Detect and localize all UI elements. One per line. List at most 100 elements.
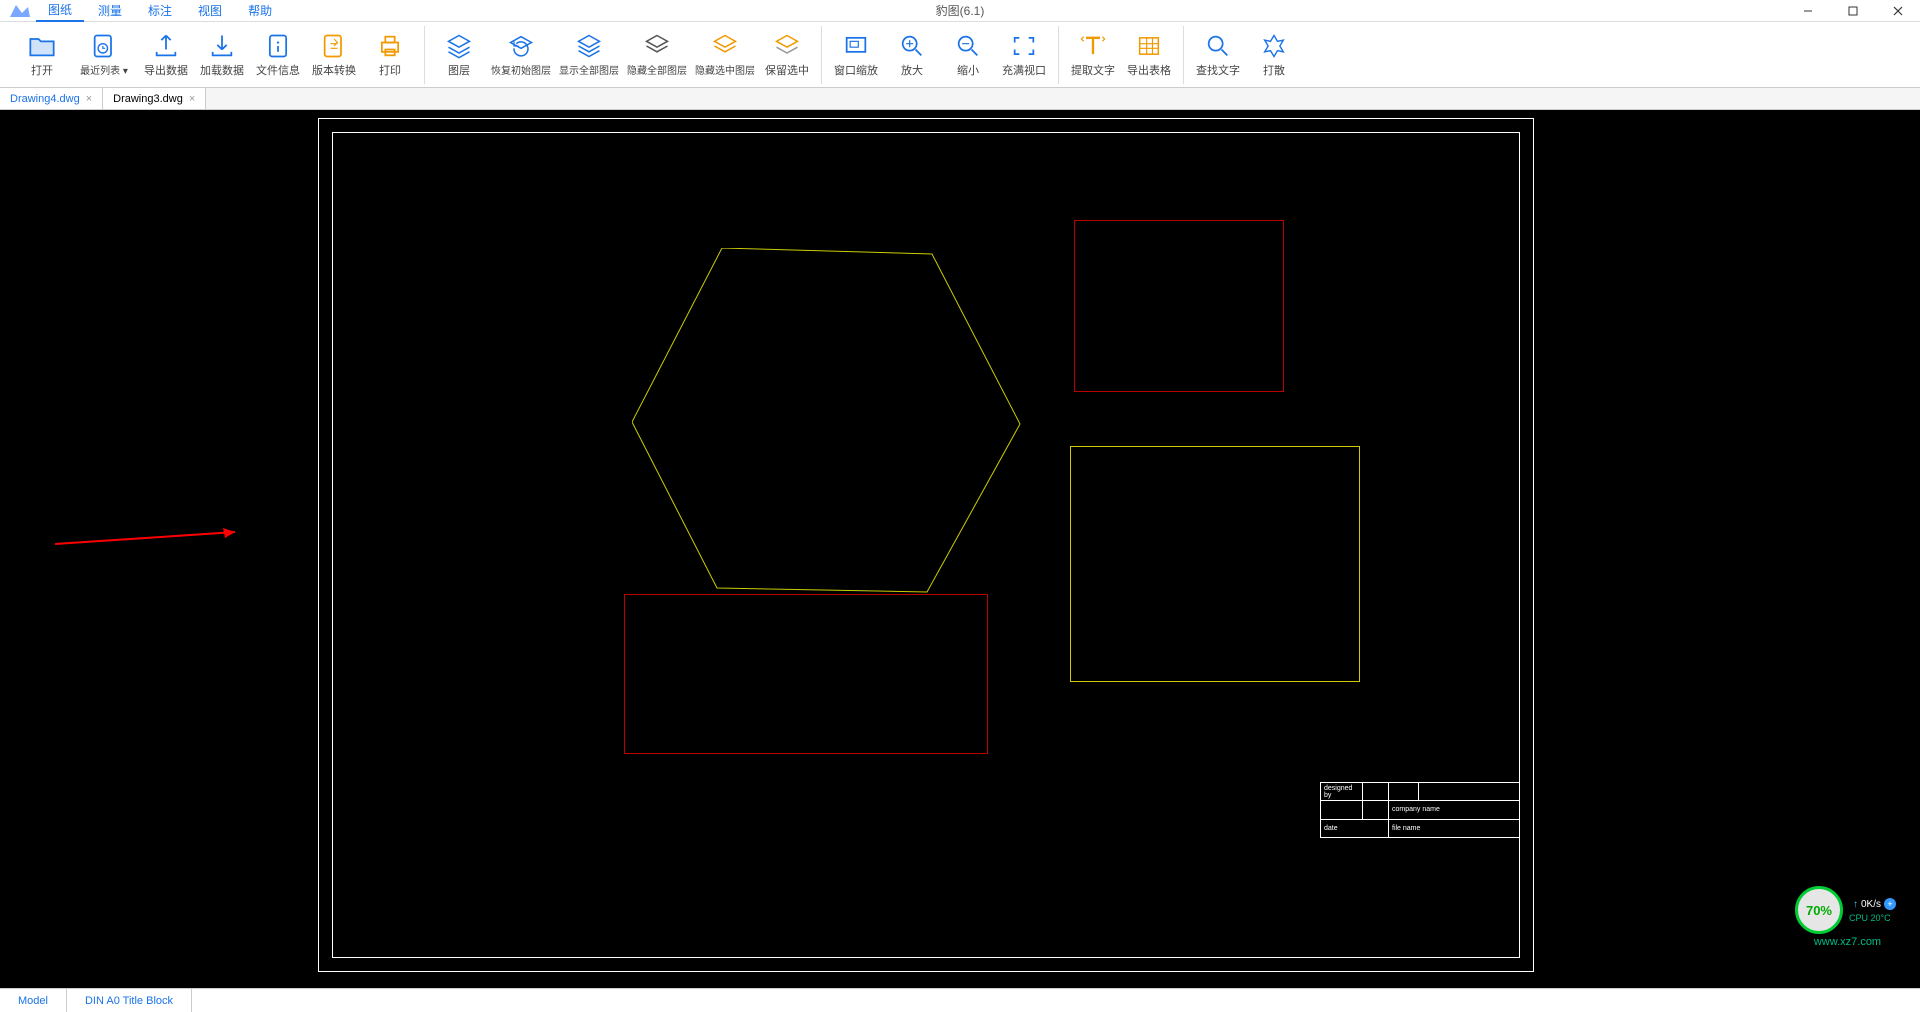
print-icon — [376, 32, 404, 60]
extract-text-icon — [1079, 32, 1107, 60]
file-tab-label: Drawing3.dwg — [113, 93, 183, 105]
zoom-out-button[interactable]: 缩小 — [940, 27, 996, 83]
layout-tab-model[interactable]: Model — [0, 989, 67, 1012]
file-info-button[interactable]: 文件信息 — [250, 27, 306, 83]
recent-list-button[interactable]: 最近列表 ▾ — [70, 27, 138, 83]
hide-all-layers-button[interactable]: 隐藏全部图层 — [623, 27, 691, 83]
maximize-button[interactable] — [1830, 0, 1875, 22]
tool-group-layers: 图层 恢复初始图层 显示全部图层 隐藏全部图层 隐藏选中图层 保留选中 — [425, 26, 822, 84]
hide-all-icon — [643, 32, 671, 60]
tb-date: date — [1321, 819, 1389, 837]
title-block: designed by company name date file name — [1320, 782, 1520, 838]
window-controls — [1785, 0, 1920, 22]
annotation-arrow — [55, 524, 255, 554]
convert-button[interactable]: 版本转换 — [306, 27, 362, 83]
fit-icon — [1010, 32, 1038, 60]
fit-viewport-button[interactable]: 充满视口 — [996, 27, 1052, 83]
convert-label: 版本转换 — [312, 62, 356, 78]
titlebar: 图纸 测量 标注 视图 帮助 豹图(6.1) — [0, 0, 1920, 22]
tb-cell — [1363, 783, 1389, 801]
import-data-button[interactable]: 加载数据 — [194, 27, 250, 83]
print-button[interactable]: 打印 — [362, 27, 418, 83]
export-table-icon — [1135, 32, 1163, 60]
layers-button[interactable]: 图层 — [431, 27, 487, 83]
zoom-in-icon — [898, 32, 926, 60]
file-tabbar: Drawing4.dwg × Drawing3.dwg × — [0, 88, 1920, 110]
tb-file-name: file name — [1389, 819, 1520, 837]
import-label: 加载数据 — [200, 62, 244, 78]
export-table-button[interactable]: 导出表格 — [1121, 27, 1177, 83]
hide-selected-layer-button[interactable]: 隐藏选中图层 — [691, 27, 759, 83]
export-label: 导出数据 — [144, 62, 188, 78]
show-all-layers-button[interactable]: 显示全部图层 — [555, 27, 623, 83]
zoom-in-label: 放大 — [901, 62, 923, 78]
close-tab-icon[interactable]: × — [86, 93, 92, 105]
close-tab-icon[interactable]: × — [189, 93, 195, 105]
tool-group-find: 查找文字 打散 — [1184, 26, 1308, 84]
convert-icon — [320, 32, 348, 60]
zoom-out-label: 缩小 — [957, 62, 979, 78]
zoom-window-icon — [842, 32, 870, 60]
tool-group-zoom: 窗口缩放 放大 缩小 充满视口 — [822, 26, 1059, 84]
show-all-label: 显示全部图层 — [559, 62, 619, 77]
menu-annotate[interactable]: 标注 — [136, 0, 184, 21]
layout-tabbar: Model DIN A0 Title Block — [0, 988, 1920, 1012]
layers-icon — [445, 32, 473, 60]
red-rectangle-2 — [624, 594, 988, 754]
extract-text-button[interactable]: 提取文字 — [1065, 27, 1121, 83]
reset-layer-icon — [507, 32, 535, 60]
watermark-url: www.xz7.com — [1814, 936, 1881, 948]
hexagon-shape — [632, 248, 1022, 598]
keep-sel-icon — [773, 32, 801, 60]
watermark: 70% ↑0K/s+ CPU 20°C www.xz7.com — [1795, 886, 1900, 948]
menu-drawing[interactable]: 图纸 — [36, 0, 84, 22]
fit-label: 充满视口 — [1002, 62, 1046, 78]
menu-help[interactable]: 帮助 — [236, 0, 284, 21]
search-icon — [1204, 32, 1232, 60]
tool-group-file: 打开 最近列表 ▾ 导出数据 加载数据 文件信息 版本转换 打印 — [8, 26, 425, 84]
menu-view[interactable]: 视图 — [186, 0, 234, 21]
tb-company-name: company name — [1389, 801, 1520, 819]
explode-icon — [1260, 32, 1288, 60]
close-button[interactable] — [1875, 0, 1920, 22]
export-icon — [152, 32, 180, 60]
find-label: 查找文字 — [1196, 62, 1240, 78]
zoom-in-button[interactable]: 放大 — [884, 27, 940, 83]
zoom-out-icon — [954, 32, 982, 60]
menu-measure[interactable]: 测量 — [86, 0, 134, 21]
show-all-icon — [575, 32, 603, 60]
open-label: 打开 — [31, 62, 53, 78]
minimize-button[interactable] — [1785, 0, 1830, 22]
reset-layer-button[interactable]: 恢复初始图层 — [487, 27, 555, 83]
import-icon — [208, 32, 236, 60]
reset-layer-label: 恢复初始图层 — [491, 62, 551, 77]
drawing-canvas[interactable]: designed by company name date file name … — [0, 110, 1920, 988]
export-data-button[interactable]: 导出数据 — [138, 27, 194, 83]
hide-all-label: 隐藏全部图层 — [627, 62, 687, 77]
file-tab-drawing4[interactable]: Drawing4.dwg × — [0, 88, 103, 109]
explode-button[interactable]: 打散 — [1246, 27, 1302, 83]
find-text-button[interactable]: 查找文字 — [1190, 27, 1246, 83]
watermark-cpu: CPU 20°C — [1849, 913, 1900, 923]
keep-selected-button[interactable]: 保留选中 — [759, 27, 815, 83]
tb-cell — [1419, 783, 1520, 801]
yellow-rectangle — [1070, 446, 1360, 682]
zoom-window-button[interactable]: 窗口缩放 — [828, 27, 884, 83]
ribbon-toolbar: 打开 最近列表 ▾ 导出数据 加载数据 文件信息 版本转换 打印 — [0, 22, 1920, 88]
layers-label: 图层 — [448, 62, 470, 78]
keep-sel-label: 保留选中 — [765, 62, 809, 78]
file-info-icon — [264, 32, 292, 60]
extract-text-label: 提取文字 — [1071, 62, 1115, 78]
recent-label: 最近列表 ▾ — [80, 62, 128, 77]
file-tab-drawing3[interactable]: Drawing3.dwg × — [103, 88, 206, 109]
tb-designed-by: designed by — [1321, 783, 1363, 801]
folder-open-icon — [28, 32, 56, 60]
app-logo-icon — [6, 2, 34, 20]
watermark-speed: ↑0K/s+ — [1849, 897, 1900, 911]
open-button[interactable]: 打开 — [14, 27, 70, 83]
window-title: 豹图(6.1) — [936, 2, 985, 19]
hide-sel-label: 隐藏选中图层 — [695, 62, 755, 77]
tb-cell — [1363, 801, 1389, 819]
layout-tab-din-a0[interactable]: DIN A0 Title Block — [67, 989, 192, 1012]
print-label: 打印 — [379, 62, 401, 78]
